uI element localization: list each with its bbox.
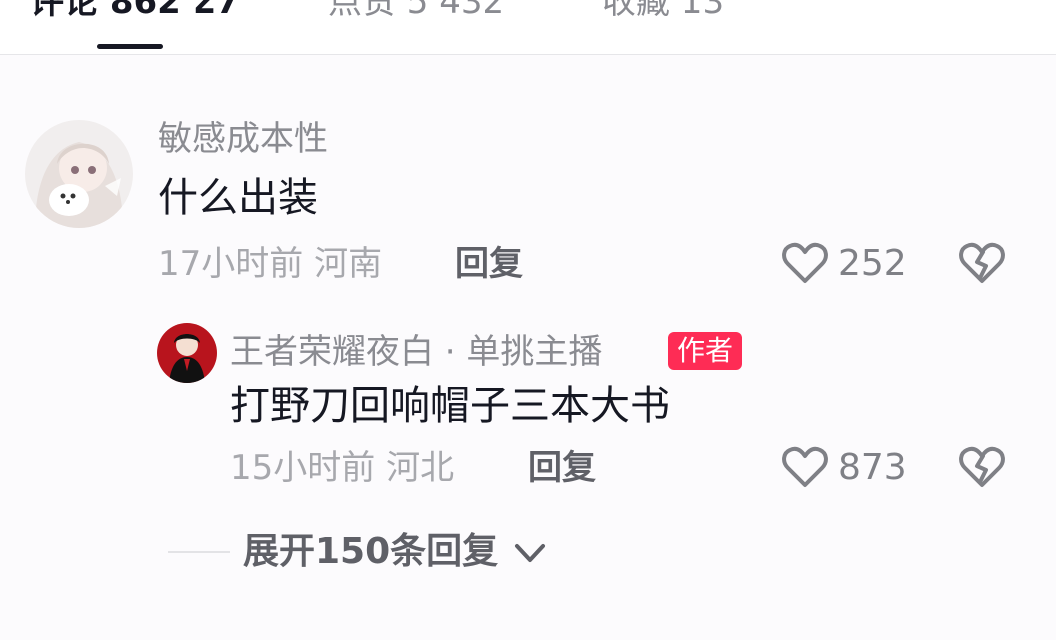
broken-heart-icon[interactable] xyxy=(958,241,1006,285)
author-badge: 作者 xyxy=(668,332,743,370)
reply-username[interactable]: 王者荣耀夜白 · 单挑主播 xyxy=(230,332,602,372)
avatar-character-image xyxy=(157,323,217,383)
tab-likes[interactable]: 点赞 5 432 xyxy=(328,0,504,23)
comment-username[interactable]: 敏感成本性 xyxy=(158,119,328,159)
tab-comments[interactable]: 评论 862 Σ7 xyxy=(30,0,240,23)
avatar-doll-image xyxy=(25,120,133,228)
reply-like-count: 873 xyxy=(838,447,907,488)
chevron-down-icon[interactable] xyxy=(512,538,548,568)
reply-reply-button[interactable]: 回复 xyxy=(528,448,596,488)
avatar[interactable] xyxy=(25,120,133,228)
reply-avatar[interactable] xyxy=(157,323,217,383)
expand-replies-button[interactable]: 展开150条回复 xyxy=(243,531,498,573)
broken-heart-icon[interactable] xyxy=(958,445,1006,489)
expand-divider xyxy=(168,551,230,553)
comment-like-count: 252 xyxy=(838,243,907,284)
heart-outline-icon[interactable] xyxy=(781,445,829,489)
reply-time-location: 15小时前 河北 xyxy=(230,448,455,488)
comment-text: 什么出装 xyxy=(158,175,318,221)
reply-text: 打野刀回响帽子三本大书 xyxy=(230,383,670,429)
comment-reply-button[interactable]: 回复 xyxy=(455,244,523,284)
tab-favorites[interactable]: 收藏 13 xyxy=(602,0,724,23)
active-tab-indicator xyxy=(97,44,163,49)
heart-outline-icon[interactable] xyxy=(781,241,829,285)
comment-time-location: 17小时前 河南 xyxy=(158,244,383,284)
comment-tabs: 评论 862 Σ7 点赞 5 432 收藏 13 xyxy=(0,0,1056,55)
comment-list: 敏感成本性 什么出装 17小时前 河南 回复 252 王者荣耀夜白 · 单挑主播… xyxy=(0,55,1056,640)
